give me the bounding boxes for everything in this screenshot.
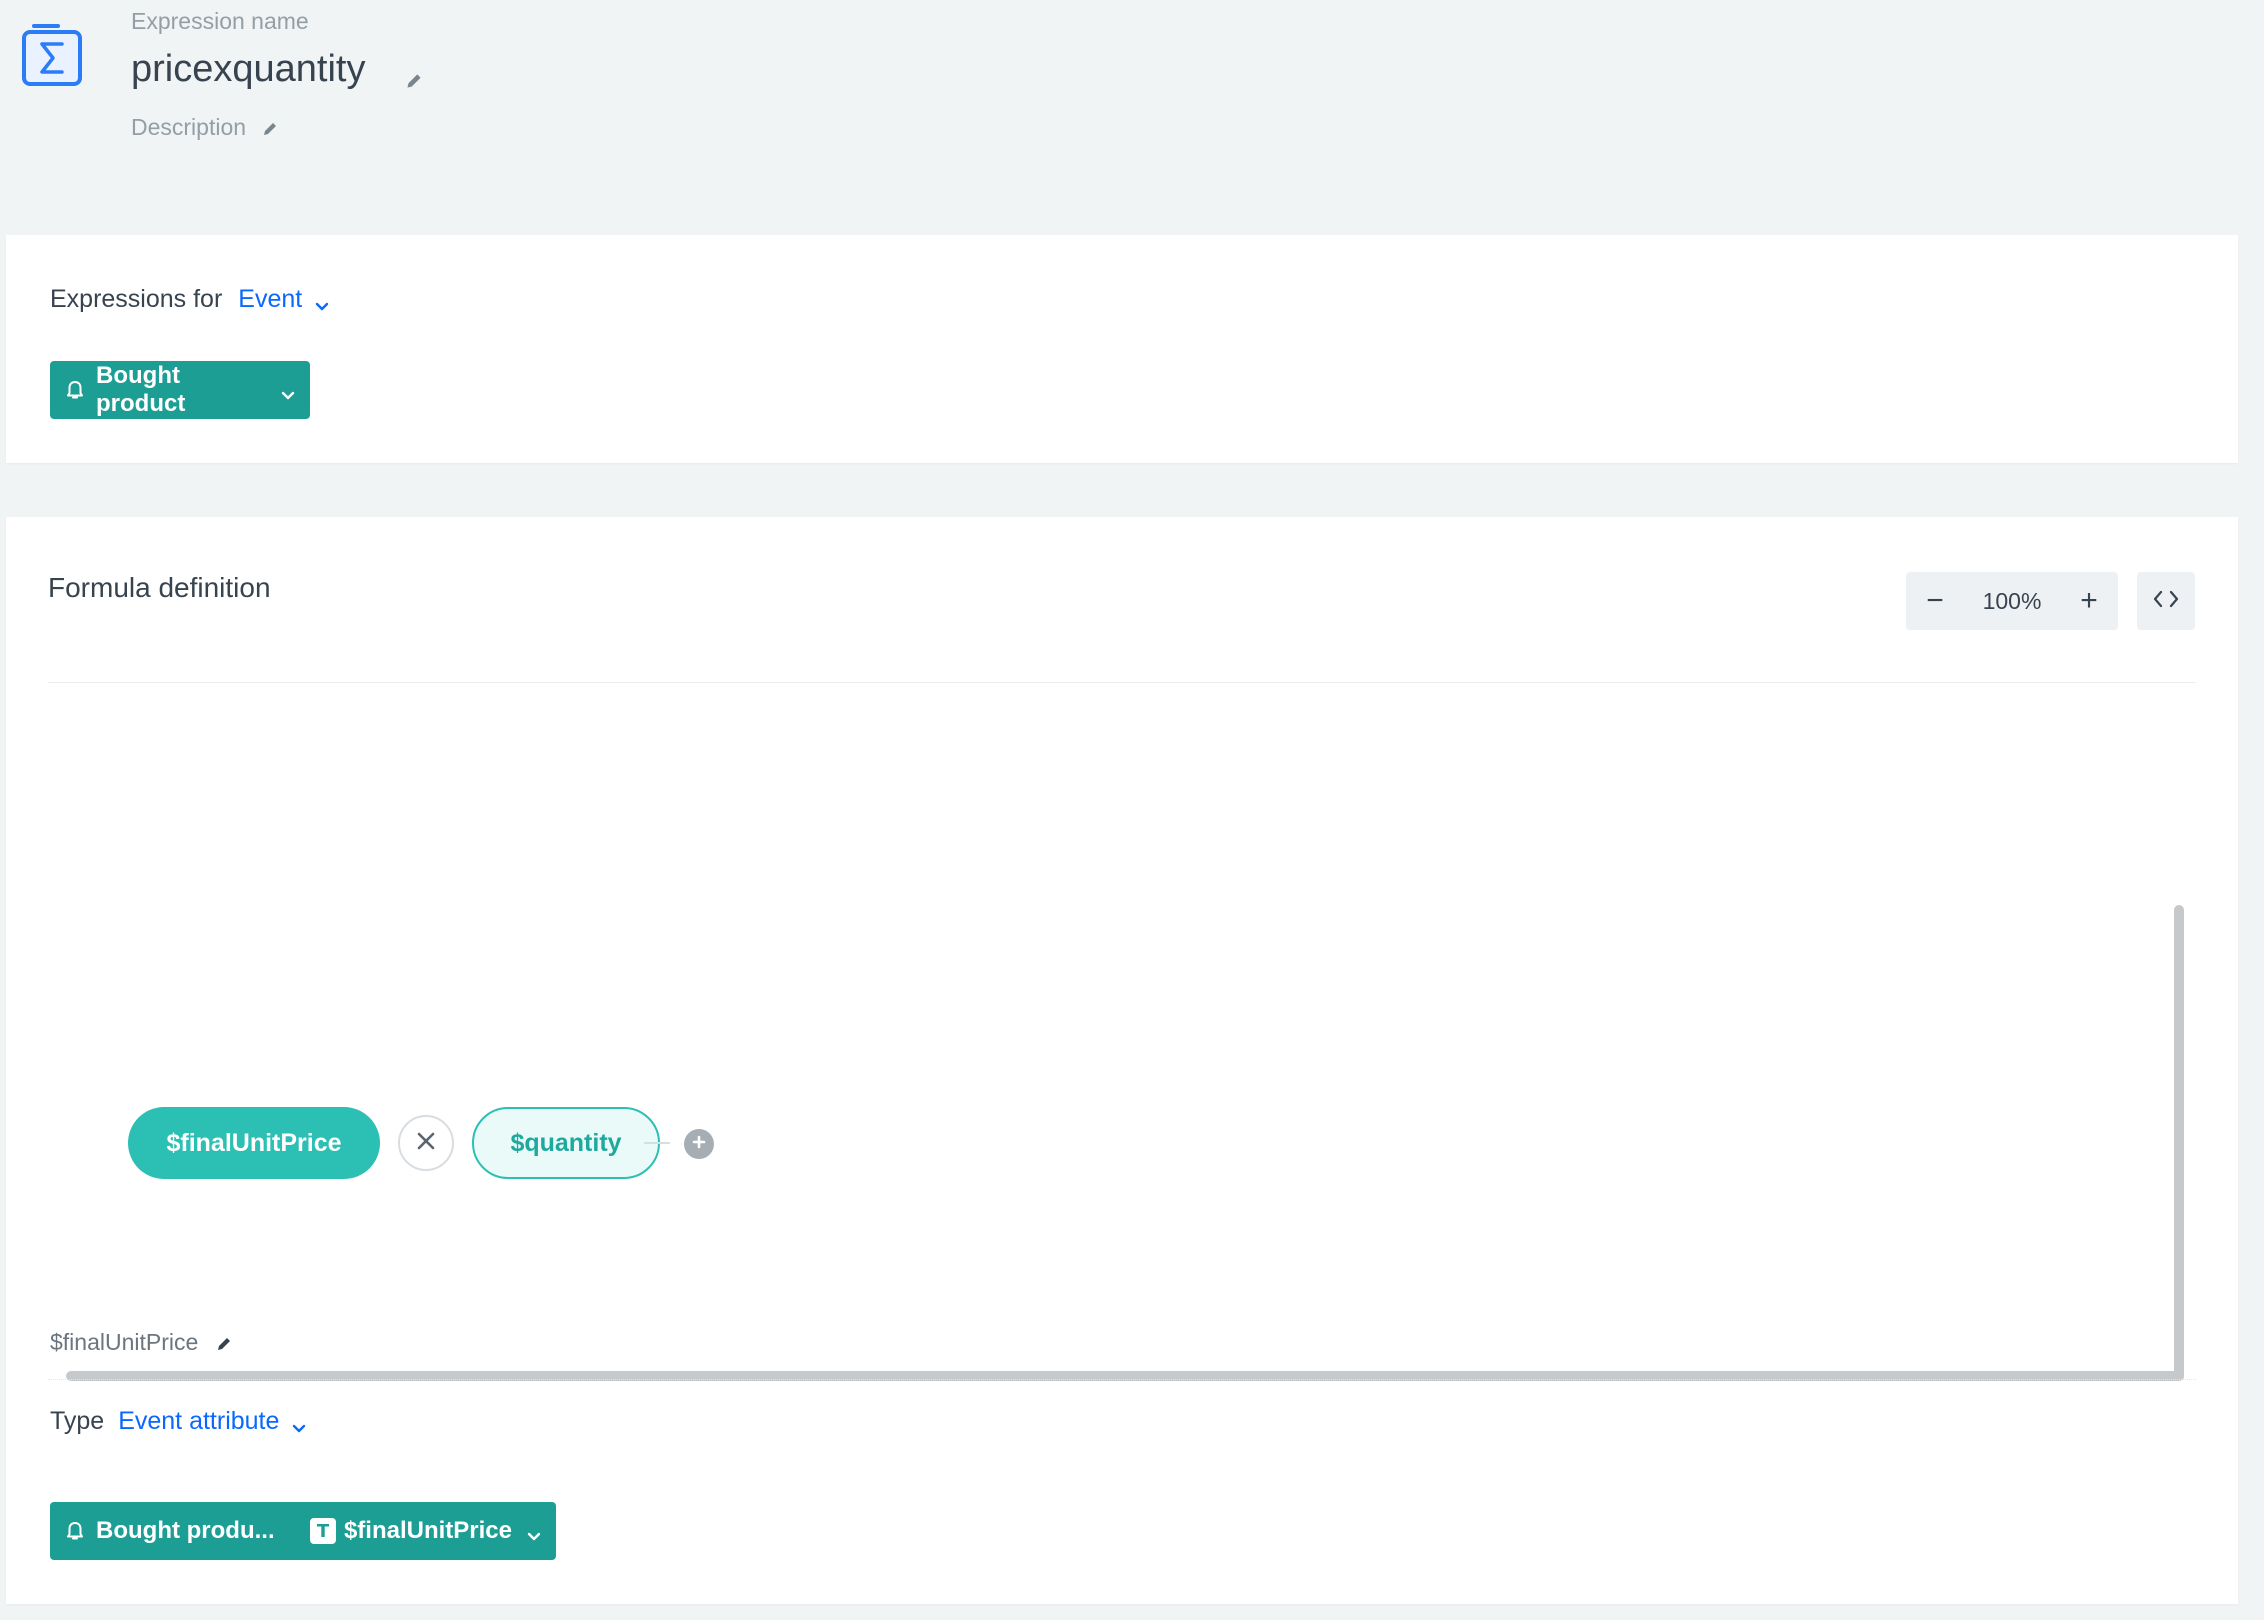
node-type-row: Type Event attribute	[50, 1407, 307, 1436]
add-node-button[interactable]	[684, 1129, 714, 1159]
chevron-down-icon[interactable]	[291, 1414, 307, 1432]
sigma-icon	[20, 24, 84, 88]
attribute-name-label: $finalUnitPrice	[343, 1517, 512, 1544]
chevron-down-icon[interactable]	[314, 292, 330, 310]
type-label: Type	[50, 1407, 105, 1435]
edit-node-name-icon[interactable]	[214, 1333, 234, 1353]
multiply-icon	[414, 1129, 438, 1158]
edit-description-icon[interactable]	[260, 118, 280, 138]
formula-definition-card: Formula definition − 100% + $finalUnitPr…	[6, 517, 2238, 1604]
code-view-button[interactable]	[2137, 572, 2195, 630]
expressions-for-row: Expressions for Event	[50, 285, 330, 314]
context-type-dropdown[interactable]: Event	[238, 285, 330, 314]
zoom-level: 100%	[1982, 587, 2042, 614]
bell-icon	[64, 1520, 86, 1542]
expressions-for-label: Expressions for	[50, 285, 223, 313]
event-selector-label: Bought product	[96, 362, 186, 417]
operator-node[interactable]	[398, 1115, 454, 1171]
zoom-out-button[interactable]: −	[1906, 572, 1964, 630]
node-type-dropdown[interactable]: Event attribute	[118, 1407, 307, 1436]
description-row[interactable]: Description	[131, 114, 280, 141]
attribute-event-segment: Bought produ...	[64, 1517, 310, 1545]
expression-name-label: Expression name	[131, 8, 309, 34]
plus-icon	[691, 1134, 707, 1155]
expression-name-text[interactable]: pricexquantity	[131, 48, 365, 91]
text-type-icon: T	[309, 1518, 336, 1544]
selected-node-label[interactable]: $finalUnitPrice	[50, 1329, 198, 1356]
formula-canvas[interactable]: $finalUnitPrice $quantity	[48, 683, 2198, 1383]
chevron-down-icon	[280, 382, 296, 400]
formula-title: Formula definition	[48, 572, 271, 603]
formula-node-left[interactable]: $finalUnitPrice	[128, 1107, 380, 1179]
description-label[interactable]: Description	[131, 114, 246, 141]
attribute-event-label: Bought produ...	[96, 1517, 275, 1544]
bell-icon	[64, 379, 86, 401]
edit-name-icon[interactable]	[403, 59, 425, 88]
selected-node-name: $finalUnitPrice	[50, 1329, 234, 1356]
zoom-in-button[interactable]: +	[2060, 572, 2118, 630]
expressions-for-card: Expressions for Event Bought product	[6, 235, 2238, 463]
divider	[48, 1379, 2196, 1380]
code-icon	[2152, 589, 2180, 614]
zoom-control: − 100% +	[1906, 572, 2118, 630]
attribute-selector-button[interactable]: Bought produ... T $finalUnitPrice	[50, 1502, 556, 1560]
node-type-value[interactable]: Event attribute	[118, 1407, 279, 1436]
expression-header: Expression name pricexquantity Descripti…	[0, 0, 2264, 210]
event-selector-button[interactable]: Bought product	[50, 361, 310, 419]
context-type-value[interactable]: Event	[238, 285, 302, 314]
attribute-name-segment: T $finalUnitPrice	[309, 1517, 542, 1545]
chevron-down-icon	[526, 1523, 542, 1541]
vertical-scrollbar[interactable]	[2174, 905, 2184, 1381]
formula-node-right[interactable]: $quantity	[472, 1107, 660, 1179]
connector-line	[644, 1142, 670, 1144]
expression-title: pricexquantity	[131, 48, 425, 91]
